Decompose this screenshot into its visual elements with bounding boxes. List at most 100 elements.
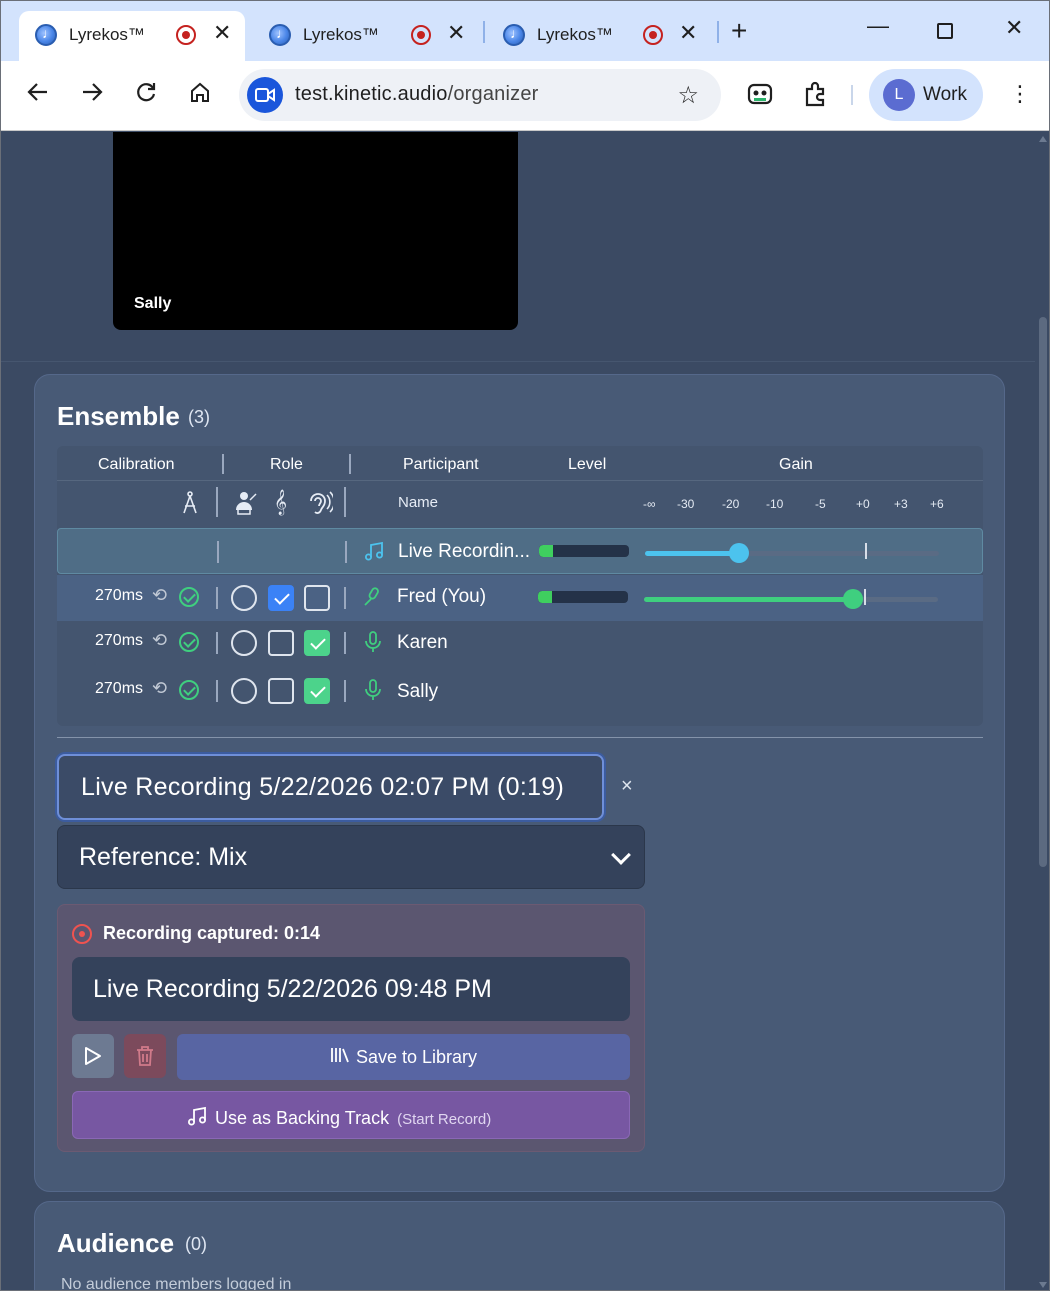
tab-lyrekos-3[interactable]: Lyrekos™ ✕ <box>487 11 713 61</box>
camera-site-icon[interactable] <box>247 77 283 113</box>
recording-indicator-icon <box>411 25 431 45</box>
calibrate-compass-icon[interactable] <box>181 491 199 520</box>
section-divider <box>57 737 983 738</box>
backing-track-sublabel: (Start Record) <box>397 1111 492 1128</box>
tab-lyrekos-2[interactable]: Lyrekos™ ✕ <box>253 11 479 61</box>
row-divider <box>216 632 218 654</box>
forward-icon[interactable] <box>81 81 103 108</box>
browser-window: Lyrekos™ ✕ Lyrekos™ ✕ Lyrekos™ ✕ + — ✕ <box>0 0 1050 1291</box>
gain-tick: +3 <box>894 497 908 511</box>
ensemble-count: (3) <box>188 407 210 427</box>
microphone-muted-icon[interactable] <box>363 587 383 612</box>
recording-captured-label: Recording captured: 0:14 <box>103 923 321 943</box>
row-divider <box>344 587 346 609</box>
captured-name-input[interactable]: Live Recording 5/22/2026 09:48 PM <box>72 957 630 1021</box>
avatar: L <box>883 79 915 111</box>
video-tile-label: Sally <box>134 295 172 312</box>
recalibrate-sync-icon[interactable]: ⟲ <box>152 585 167 606</box>
gain-tick: -10 <box>766 497 784 511</box>
conductor-radio[interactable] <box>231 678 257 704</box>
delete-button[interactable] <box>124 1034 166 1078</box>
microphone-icon <box>363 631 383 658</box>
tab-close-icon[interactable]: ✕ <box>447 22 465 44</box>
chevron-down-icon <box>611 845 631 865</box>
participant-name: Karen <box>397 632 448 653</box>
extension-robot-icon[interactable] <box>747 81 773 112</box>
table-row-fred[interactable]: 270ms ⟲ Fred (You) <box>57 575 983 621</box>
menu-kebab-icon[interactable]: ⋮ <box>1009 83 1031 105</box>
recording-indicator-icon <box>643 25 663 45</box>
tab-title: Lyrekos™ <box>69 25 145 44</box>
address-bar[interactable]: test.kinetic.audio/organizer ☆ <box>239 69 721 121</box>
table-row-live-recording[interactable]: Live Recordin... <box>57 528 983 574</box>
recording-indicator-icon <box>176 25 196 45</box>
listener-checkbox[interactable] <box>304 678 330 704</box>
header-calibration: Calibration <box>98 456 175 473</box>
reference-select[interactable]: Reference: Mix <box>57 825 645 889</box>
url-path: /organizer <box>447 83 539 105</box>
save-to-library-button[interactable]: Save to Library <box>177 1034 630 1080</box>
ensemble-card: Ensemble (3) Calibration Role Participan… <box>34 374 1005 1192</box>
video-strip: Sally <box>1 132 1035 362</box>
performer-checkbox[interactable] <box>268 678 294 704</box>
row-divider <box>344 680 346 702</box>
toolbar-divider <box>851 85 853 105</box>
tab-lyrekos-1[interactable]: Lyrekos™ ✕ <box>19 11 245 61</box>
scroll-down-icon[interactable] <box>1039 1282 1047 1288</box>
clear-recording-icon[interactable]: × <box>621 775 633 798</box>
gain-zero-mark <box>864 589 866 605</box>
use-as-backing-track-button[interactable]: Use as Backing Track (Start Record) <box>72 1091 630 1139</box>
window-close-icon[interactable]: ✕ <box>1005 15 1023 41</box>
extensions-puzzle-icon[interactable] <box>803 81 829 112</box>
play-button[interactable] <box>72 1034 114 1078</box>
latency-value: 270ms <box>95 632 144 649</box>
scrollbar-thumb[interactable] <box>1039 317 1047 867</box>
tab-close-icon[interactable]: ✕ <box>213 22 231 44</box>
reload-icon[interactable] <box>135 81 157 108</box>
maximize-icon[interactable] <box>937 23 953 39</box>
tab-close-icon[interactable]: ✕ <box>679 22 697 44</box>
table-row-karen[interactable]: 270ms ⟲ Karen <box>57 621 983 667</box>
listener-checkbox[interactable] <box>304 585 330 611</box>
recalibrate-sync-icon[interactable]: ⟲ <box>152 630 167 651</box>
level-fill <box>539 545 553 557</box>
listener-checkbox[interactable] <box>304 630 330 656</box>
video-tile-sally[interactable]: Sally <box>113 132 518 330</box>
recording-title-input[interactable]: Live Recording 5/22/2026 02:07 PM (0:19) <box>57 754 604 820</box>
gain-slider[interactable] <box>645 543 939 563</box>
lyrekos-favicon-icon <box>269 24 291 46</box>
url-host: test.kinetic.audio <box>295 83 448 105</box>
lyrekos-favicon-icon <box>503 24 525 46</box>
new-tab-icon[interactable]: + <box>731 17 747 45</box>
latency-value: 270ms <box>95 680 144 697</box>
ensemble-title: Ensemble <box>57 401 180 431</box>
table-row-sally[interactable]: 270ms ⟲ Sally <box>57 669 983 715</box>
organizer-page: Sally Ensemble (3) Calibration Role Part… <box>1 132 1035 1290</box>
gain-tick: -∞ <box>643 497 656 511</box>
home-icon[interactable] <box>189 81 211 108</box>
backing-button-content: Use as Backing Track (Start Record) <box>187 1106 491 1131</box>
performer-checkbox[interactable] <box>268 585 294 611</box>
header-divider <box>222 454 224 474</box>
bookmark-star-icon[interactable]: ☆ <box>677 81 699 110</box>
gain-tick: -5 <box>815 497 826 511</box>
page-scrollbar[interactable] <box>1035 132 1049 1290</box>
performer-checkbox[interactable] <box>268 630 294 656</box>
row-divider <box>345 541 347 563</box>
subheader-divider <box>216 487 218 517</box>
participant-name: Sally <box>397 681 439 702</box>
conductor-radio[interactable] <box>231 585 257 611</box>
scroll-up-icon[interactable] <box>1039 136 1047 142</box>
gain-slider[interactable] <box>644 589 938 609</box>
minimize-icon[interactable]: — <box>867 13 889 39</box>
recalibrate-sync-icon[interactable]: ⟲ <box>152 678 167 699</box>
conductor-radio[interactable] <box>231 630 257 656</box>
gain-slider-knob[interactable] <box>842 589 863 609</box>
backing-track-label: Use as Backing Track <box>215 1108 390 1128</box>
calibrated-check-icon <box>179 587 199 607</box>
gain-slider-knob[interactable] <box>729 543 750 563</box>
microphone-icon <box>363 679 383 706</box>
gain-slider-fill <box>644 597 853 602</box>
profile-button[interactable]: L Work <box>869 69 983 121</box>
back-icon[interactable] <box>27 81 49 108</box>
